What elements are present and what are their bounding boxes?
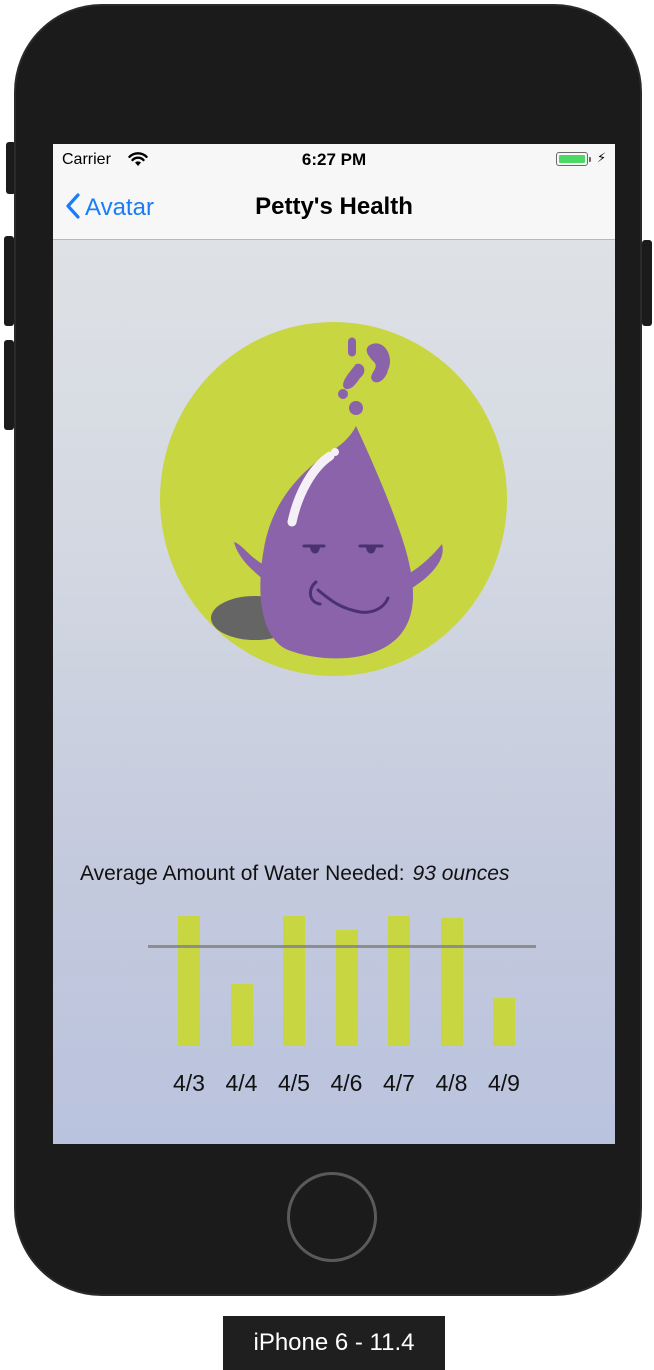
bar-4-3: [178, 916, 200, 1046]
status-bar: Carrier 6:27 PM ⚡︎: [53, 144, 615, 176]
bar-4-5: [283, 916, 305, 1046]
navigation-bar: Avatar Petty's Health: [53, 176, 615, 240]
volume-down-button: [4, 340, 14, 430]
water-chart: [148, 914, 538, 1074]
bolt-icon: ⚡︎: [597, 150, 607, 165]
tick-label: 4/4: [225, 1070, 258, 1096]
water-needed-value: 93 ounces: [412, 862, 510, 885]
tick-label: 4/9: [488, 1070, 520, 1096]
purple-drop-character-icon: [211, 337, 443, 659]
bar-4-9: [493, 998, 515, 1046]
bar-4-7: [388, 916, 410, 1046]
home-button[interactable]: [287, 1172, 377, 1262]
tick-label: 4/7: [383, 1070, 415, 1096]
volume-up-button: [4, 236, 14, 326]
average-line: [148, 945, 536, 948]
tick-label: 4/3: [173, 1070, 205, 1096]
water-needed-label: Average Amount of Water Needed:: [80, 862, 405, 885]
tick-label: 4/8: [435, 1070, 468, 1096]
battery-level: [558, 154, 585, 163]
battery-icon: [556, 152, 588, 166]
page-title: Petty's Health: [255, 193, 413, 220]
tick-label: 4/6: [330, 1070, 363, 1096]
battery-cap: [589, 157, 591, 162]
clock: 6:27 PM: [301, 150, 367, 169]
screen: Carrier 6:27 PM ⚡︎ Avatar Petty's Health: [53, 144, 615, 1144]
device-label: iPhone 6 - 11.4: [223, 1316, 445, 1370]
bar-4-8: [440, 918, 463, 1046]
bar-4-4: [230, 984, 253, 1046]
water-needed-text: Average Amount of Water Needed: 93 ounces: [80, 862, 509, 886]
tick-label: 4/5: [278, 1070, 310, 1096]
power-button: [642, 240, 652, 326]
